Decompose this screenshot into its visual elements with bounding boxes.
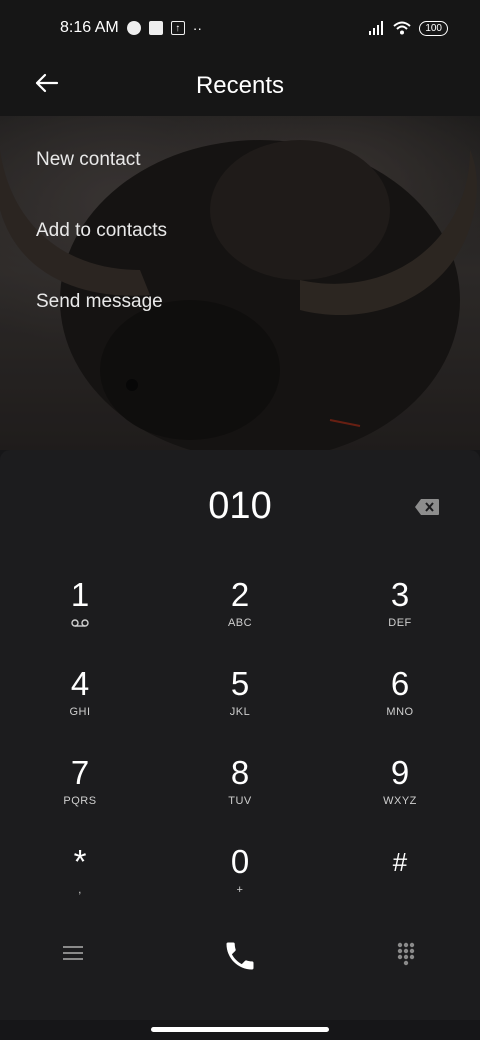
key-letters: PQRS — [63, 795, 97, 807]
key-digit: # — [392, 847, 408, 877]
battery-indicator: 100 — [419, 20, 448, 36]
dialed-number: 010 — [208, 485, 272, 527]
signal-icon — [369, 21, 384, 35]
key-1[interactable]: 1 — [25, 575, 135, 655]
key-digit: 6 — [390, 665, 410, 702]
key-digit: 3 — [390, 576, 410, 613]
key-letters: ABC — [227, 617, 253, 629]
key-letters: TUV — [228, 795, 252, 807]
key-letters: WXYZ — [383, 795, 417, 807]
key-digit: 4 — [70, 665, 90, 702]
key-hash[interactable]: # — [345, 842, 455, 922]
key-digit: 8 — [230, 754, 250, 791]
key-9[interactable]: 9 WXYZ — [345, 753, 455, 833]
status-right: 100 — [369, 20, 448, 36]
back-arrow-icon[interactable] — [32, 68, 62, 98]
new-contact-option[interactable]: New contact — [36, 130, 167, 201]
key-star[interactable]: * , — [25, 842, 135, 922]
menu-icon[interactable] — [63, 945, 83, 961]
notification-app-icon — [126, 21, 141, 35]
key-3[interactable]: 3 DEF — [345, 575, 455, 655]
status-time: 8:16 AM — [60, 19, 119, 36]
key-letters: MNO — [386, 706, 414, 718]
add-to-contacts-option[interactable]: Add to contacts — [36, 201, 167, 272]
key-digit: 2 — [230, 576, 250, 613]
number-actions-menu: New contact Add to contacts Send message — [36, 130, 167, 343]
key-digit: 1 — [70, 576, 90, 613]
wifi-icon — [393, 21, 411, 35]
send-message-option[interactable]: Send message — [36, 272, 167, 343]
key-4[interactable]: 4 GHI — [25, 664, 135, 744]
key-digit: 9 — [390, 754, 410, 791]
key-7[interactable]: 7 PQRS — [25, 753, 135, 833]
voicemail-icon — [71, 619, 89, 627]
title-bar: Recents — [0, 56, 480, 116]
key-letters: , — [78, 884, 82, 896]
status-left: 8:16 AM ↑ ·· — [60, 19, 202, 37]
key-8[interactable]: 8 TUV — [185, 753, 295, 833]
key-5[interactable]: 5 JKL — [185, 664, 295, 744]
upload-icon: ↑ — [170, 21, 185, 35]
home-indicator[interactable] — [151, 1027, 329, 1032]
key-letters: GHI — [69, 706, 91, 718]
status-bar: 8:16 AM ↑ ·· 100 — [0, 0, 480, 56]
call-icon[interactable] — [222, 938, 258, 974]
key-digit: * — [73, 843, 87, 880]
backspace-icon[interactable] — [414, 498, 440, 516]
key-digit: 7 — [70, 754, 90, 791]
more-notifications-icon: ·· — [192, 20, 203, 36]
keypad-icon[interactable] — [397, 942, 415, 966]
key-digit: 5 — [230, 665, 250, 702]
key-6[interactable]: 6 MNO — [345, 664, 455, 744]
dialer-actions — [0, 920, 480, 990]
key-letters: + — [236, 884, 244, 896]
key-letters: JKL — [229, 706, 251, 718]
page-title: Recents — [195, 72, 285, 99]
key-letters: DEF — [388, 617, 412, 629]
key-0[interactable]: 0 + — [185, 842, 295, 922]
key-2[interactable]: 2 ABC — [185, 575, 295, 655]
key-digit: 0 — [230, 843, 250, 880]
notification-square-icon — [148, 21, 163, 35]
